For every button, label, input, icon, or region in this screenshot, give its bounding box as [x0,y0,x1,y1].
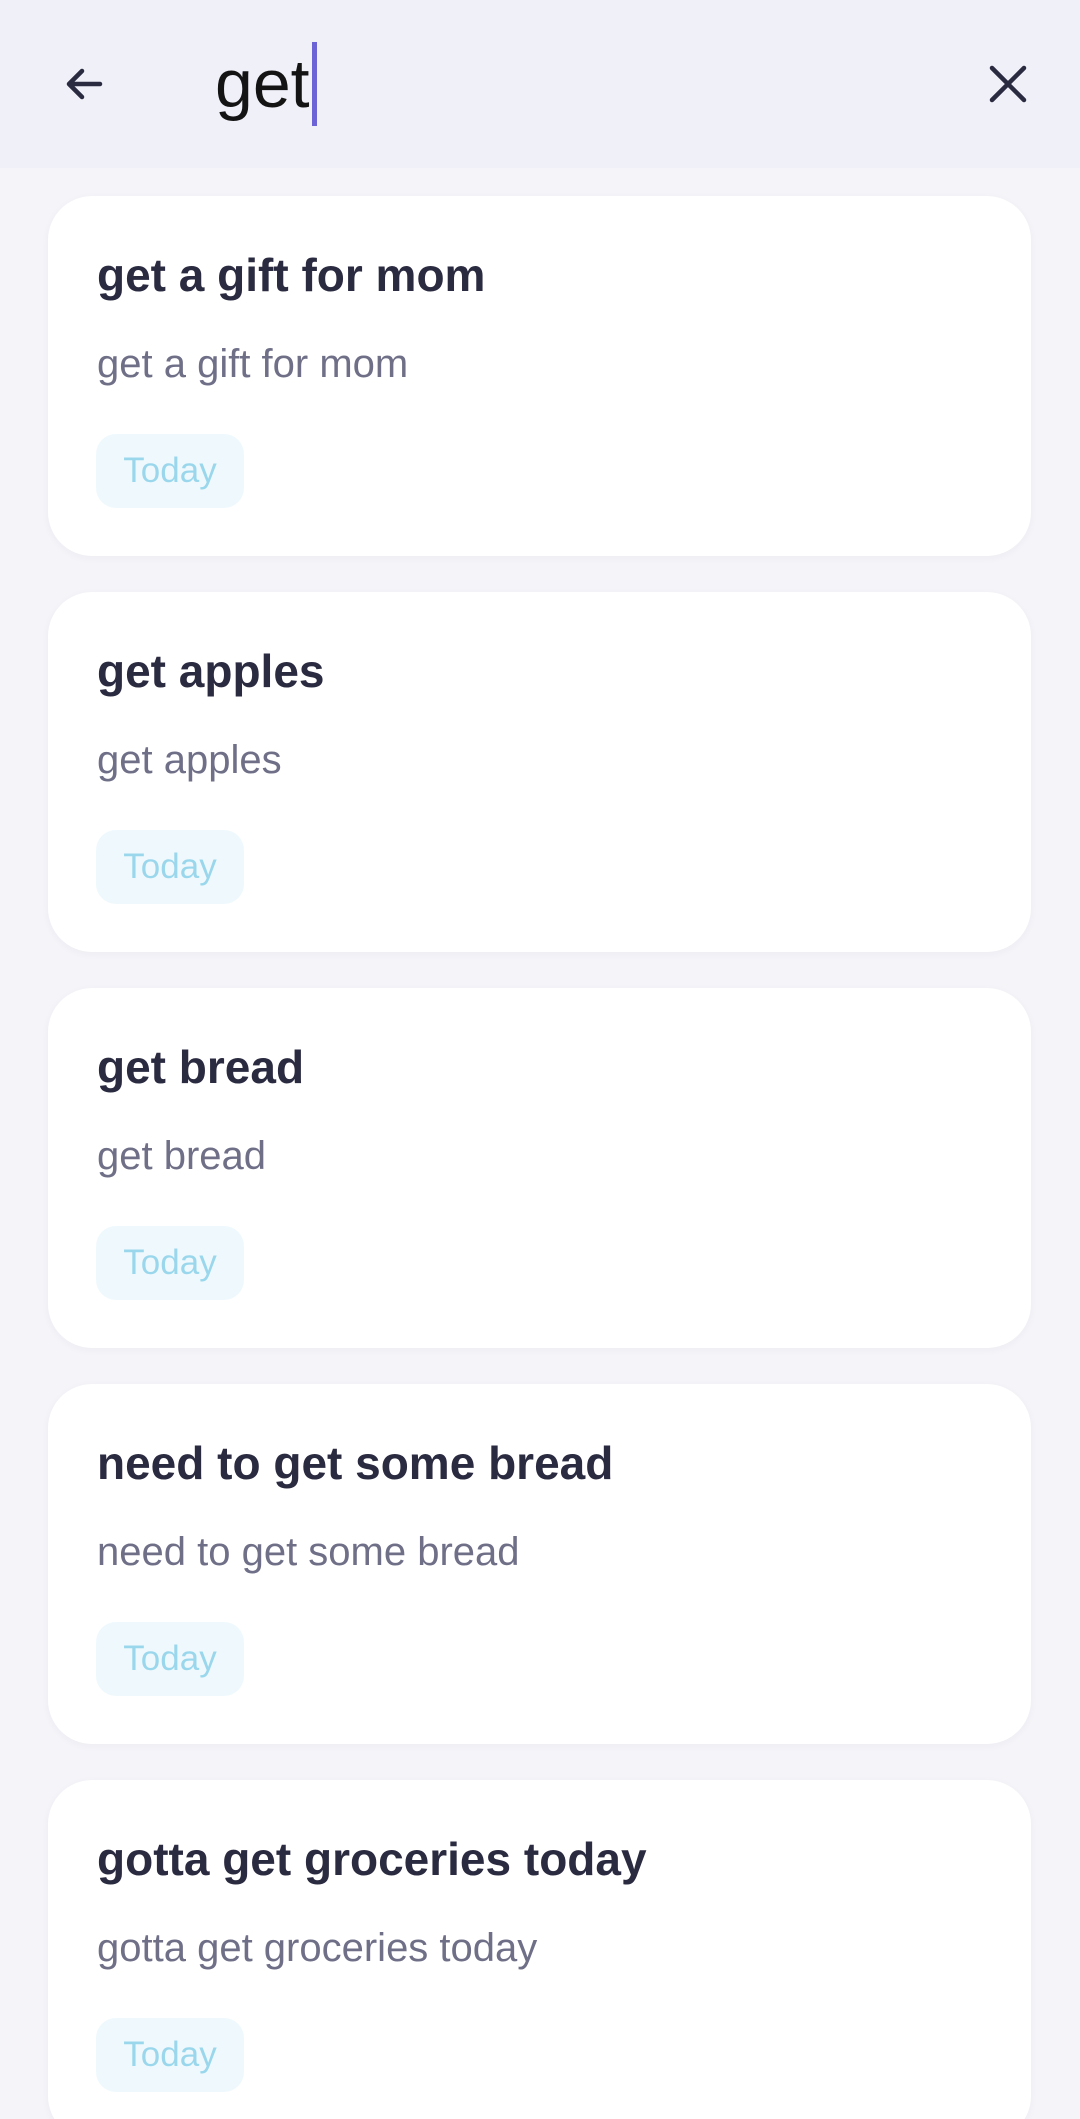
clear-search-button[interactable] [968,44,1048,124]
search-header: get [0,0,1080,168]
due-date-badge: Today [96,2018,244,2092]
task-title: get a gift for mom [97,249,486,301]
task-note: need to get some bread [97,1530,520,1574]
task-card[interactable]: get apples get apples Today [48,592,1031,952]
search-input-value: get [215,46,310,122]
task-note: gotta get groceries today [97,1926,538,1970]
task-card[interactable]: get bread get bread Today [48,988,1031,1348]
task-card[interactable]: need to get some bread need to get some … [48,1384,1031,1744]
search-input[interactable]: get [215,36,317,132]
text-caret [311,42,317,126]
arrow-left-icon [66,68,103,100]
task-note: get a gift for mom [97,342,409,386]
task-card[interactable]: gotta get groceries today gotta get groc… [48,1780,1031,2119]
task-card[interactable]: get a gift for mom get a gift for mom To… [48,196,1031,556]
due-date-badge: Today [96,1226,244,1300]
due-date-badge: Today [96,434,244,508]
close-icon [989,65,1027,103]
search-screen: get get a gift for mom get a gift for mo… [0,0,1080,2119]
due-date-badge: Today [96,1622,244,1696]
due-date-badge: Today [96,830,244,904]
back-button[interactable] [44,44,124,124]
task-note: get bread [97,1134,267,1178]
task-title: get bread [97,1041,305,1093]
task-note: get apples [97,738,282,782]
task-title: get apples [97,645,325,697]
task-title: gotta get groceries today [97,1833,647,1885]
task-title: need to get some bread [97,1437,614,1489]
search-results-list: get a gift for mom get a gift for mom To… [48,196,1031,2119]
